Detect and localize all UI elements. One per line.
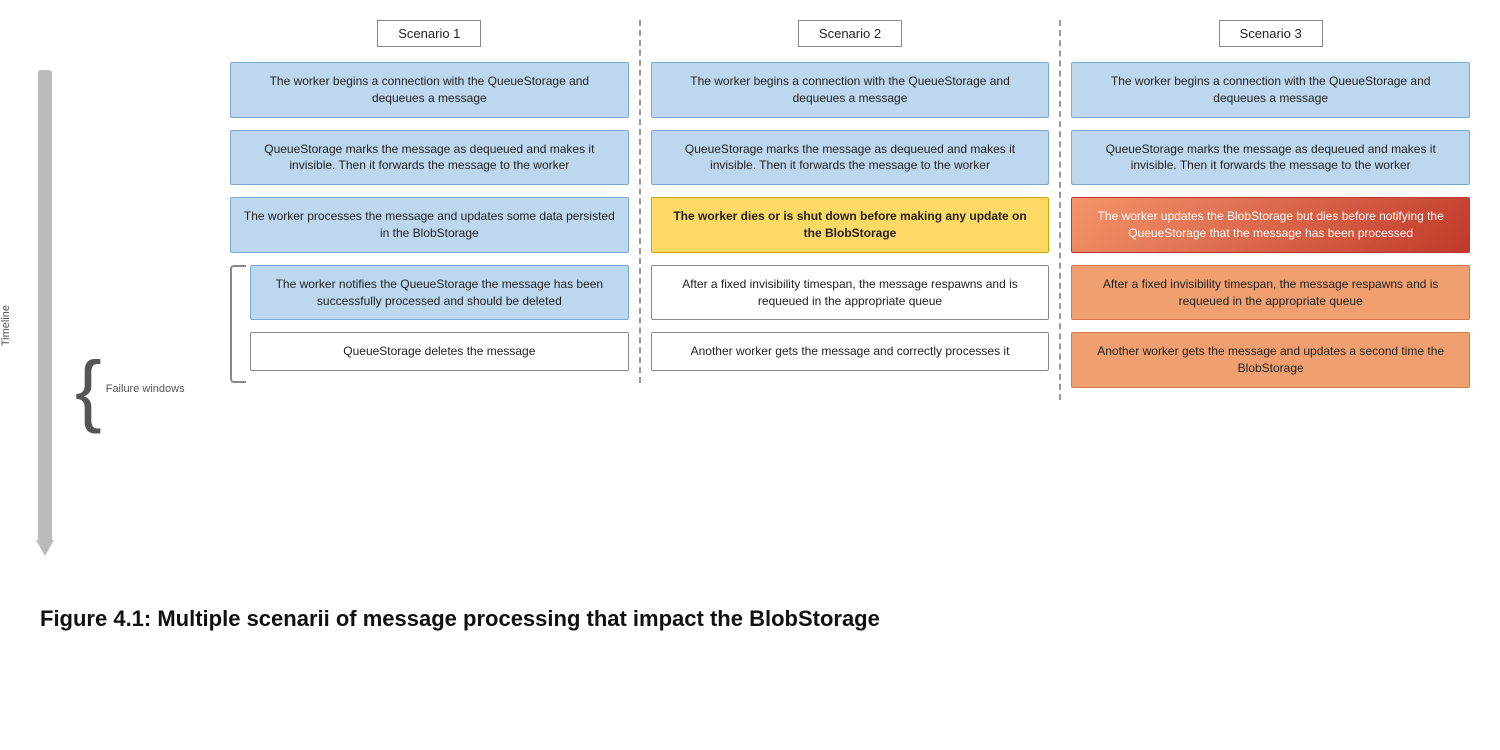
scenario-2-col: Scenario 2 The worker begins a connectio… bbox=[639, 20, 1060, 383]
left-section: Timeline { Failure windows bbox=[20, 20, 220, 556]
timeline-arrowhead bbox=[36, 540, 54, 556]
scenario-2-step-5: Another worker gets the message and corr… bbox=[651, 332, 1050, 371]
scenario-1-step-4: The worker notifies the QueueStorage the… bbox=[250, 265, 629, 321]
diagram-container: Timeline { Failure windows Scenario 1 Th… bbox=[20, 20, 1480, 632]
scenario-3-step-2: QueueStorage marks the message as dequeu… bbox=[1071, 130, 1470, 186]
scenario-2-title: Scenario 2 bbox=[798, 20, 902, 47]
failure-brace: { bbox=[75, 350, 102, 430]
scenarios-area: Scenario 1 The worker begins a connectio… bbox=[220, 20, 1480, 400]
scenario-1-step-1: The worker begins a connection with the … bbox=[230, 62, 629, 118]
scenario-3-step-3: The worker updates the BlobStorage but d… bbox=[1071, 197, 1470, 253]
scenario-3-title: Scenario 3 bbox=[1219, 20, 1323, 47]
scenario-3-step-4: After a fixed invisibility timespan, the… bbox=[1071, 265, 1470, 321]
scenario-3-col: Scenario 3 The worker begins a connectio… bbox=[1059, 20, 1480, 400]
scenario-2-step-4: After a fixed invisibility timespan, the… bbox=[651, 265, 1050, 321]
brace-line bbox=[230, 265, 246, 383]
scenario-1-col: Scenario 1 The worker begins a connectio… bbox=[220, 20, 639, 383]
scenario-3-step-5: Another worker gets the message and upda… bbox=[1071, 332, 1470, 388]
scenario-1-brace-group: The worker notifies the QueueStorage the… bbox=[230, 265, 629, 383]
failure-label: Failure windows bbox=[106, 382, 185, 397]
scenario-1-step-5: QueueStorage deletes the message bbox=[250, 332, 629, 371]
scenario-2-step-3: The worker dies or is shut down before m… bbox=[651, 197, 1050, 253]
scenario-1-step-2: QueueStorage marks the message as dequeu… bbox=[230, 130, 629, 186]
timeline-label: Timeline bbox=[0, 305, 12, 346]
scenario-1-step-3: The worker processes the message and upd… bbox=[230, 197, 629, 253]
failure-windows-section: { Failure windows bbox=[75, 70, 185, 430]
figure-caption: Figure 4.1: Multiple scenarii of message… bbox=[20, 606, 1480, 632]
scenario-2-step-1: The worker begins a connection with the … bbox=[651, 62, 1050, 118]
scenario-2-step-2: QueueStorage marks the message as dequeu… bbox=[651, 130, 1050, 186]
diagram-area: Timeline { Failure windows Scenario 1 Th… bbox=[20, 20, 1480, 556]
scenario-3-step-1: The worker begins a connection with the … bbox=[1071, 62, 1470, 118]
scenario-1-title: Scenario 1 bbox=[377, 20, 481, 47]
timeline-bar: Timeline bbox=[38, 70, 52, 540]
